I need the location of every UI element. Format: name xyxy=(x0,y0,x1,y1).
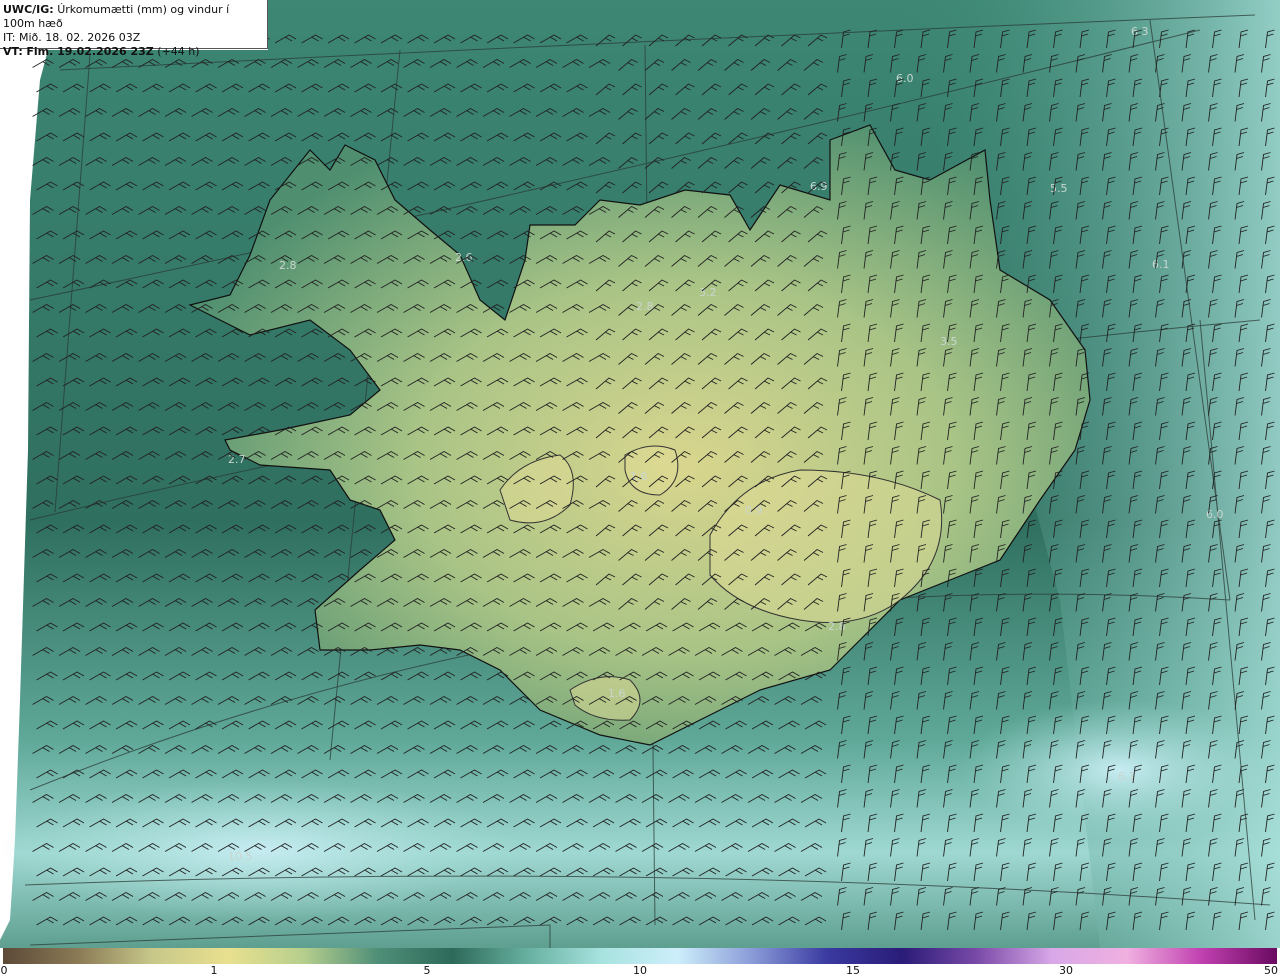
southwest-light-region xyxy=(0,780,520,920)
color-scale: 0 1 5 10 15 30 50 xyxy=(0,948,1280,978)
value-label: 5.5 xyxy=(1050,182,1068,195)
title-line: UWC/IG: Úrkomumætti (mm) og vindur í 100… xyxy=(3,3,264,31)
scale-tick: 30 xyxy=(1059,964,1073,977)
value-label: 6.1 xyxy=(1152,258,1170,271)
scale-tick: 5 xyxy=(423,964,431,977)
value-label: 6.9 xyxy=(810,180,828,193)
init-time-line: IT: Mið. 18. 02. 2026 03Z xyxy=(3,31,264,45)
vt-label: VT: xyxy=(3,45,23,58)
vt-value: Fim. 19.02.2026 23Z xyxy=(26,45,154,58)
value-label: 6.3 xyxy=(1131,25,1149,38)
value-label: 0.9 xyxy=(745,504,763,517)
scale-tick: 50 xyxy=(1264,964,1278,977)
scale-tick: 1 xyxy=(210,964,218,977)
scale-tick: 10 xyxy=(633,964,647,977)
value-label: 1.6 xyxy=(630,470,648,483)
value-label: 1.6 xyxy=(608,687,626,700)
precipitation-wind-map: 6.3 6.0 6.9 5.5 6.1 2.8 2.6 2.8 3.2 3.5 … xyxy=(0,0,1280,948)
scale-tick: 15 xyxy=(846,964,860,977)
scale-tick: 0 xyxy=(0,964,8,977)
it-label: IT: xyxy=(3,31,16,44)
value-label: 10.5 xyxy=(228,850,253,863)
valid-time-line: VT: Fim. 19.02.2026 23Z (+44 h) xyxy=(3,45,264,59)
color-scale-strip xyxy=(3,948,1277,964)
lead-time: (+44 h) xyxy=(157,45,200,58)
value-label: 3.5 xyxy=(940,335,958,348)
it-value: Mið. 18. 02. 2026 03Z xyxy=(18,31,141,44)
value-label: 3.2 xyxy=(699,286,717,299)
value-label: 6.0 xyxy=(896,72,914,85)
value-label: 2.6 xyxy=(455,251,473,264)
product-code: UWC/IG: xyxy=(3,3,54,16)
info-box: UWC/IG: Úrkomumætti (mm) og vindur í 100… xyxy=(0,0,268,58)
